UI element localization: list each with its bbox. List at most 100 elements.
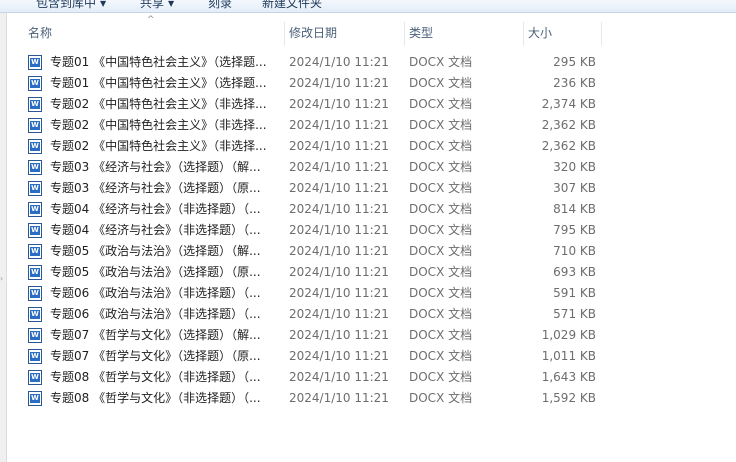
file-size: 320 KB [553, 160, 596, 174]
file-name: 专题04 《经济与社会》（非选择题）（... [50, 223, 261, 237]
file-size: 571 KB [553, 307, 596, 321]
file-name: 专题04 《经济与社会》（非选择题）（... [50, 202, 261, 216]
file-name: 专题02 《中国特色社会主义》（非选择... [50, 118, 267, 132]
file-row[interactable]: W 专题02 《中国特色社会主义》（非选择... 2024/1/10 11:21 DO… [24, 115, 624, 136]
file-row[interactable]: W 专题01 《中国特色社会主义》（选择题... 2024/1/10 11:21 DO… [24, 73, 624, 94]
file-modified-date: 2024/1/10 11:21 [289, 328, 389, 342]
file-type: DOCX 文档 [409, 391, 473, 405]
file-row[interactable]: W 专题06 《政治与法治》（非选择题）（... 2024/1/10 11:21 DO… [24, 304, 624, 325]
word-document-icon: W [28, 307, 42, 322]
chevron-down-icon: ▼ [100, 0, 107, 8]
column-header-date-label: 修改日期 [289, 26, 338, 40]
file-name: 专题03 《经济与社会》（选择题）（原... [50, 181, 261, 195]
file-modified-date: 2024/1/10 11:21 [289, 349, 389, 363]
file-modified-date: 2024/1/10 11:21 [289, 265, 389, 279]
file-row[interactable]: W 专题07 《哲学与文化》（选择题）（原... 2024/1/10 11:21 DO… [24, 346, 624, 367]
word-w-glyph: W [30, 310, 40, 319]
file-row[interactable]: W 专题03 《经济与社会》（选择题）（解... 2024/1/10 11:21 DO… [24, 157, 624, 178]
chevron-down-icon: ▼ [168, 0, 175, 8]
file-type: DOCX 文档 [409, 76, 473, 90]
file-row[interactable]: W 专题07 《哲学与文化》（选择题）（解... 2024/1/10 11:21 DO… [24, 325, 624, 346]
word-w-glyph: W [30, 142, 40, 151]
share-label: 共享 [140, 0, 165, 10]
file-type: DOCX 文档 [409, 307, 473, 321]
file-size: 1,592 KB [541, 391, 596, 405]
word-document-icon: W [28, 223, 42, 238]
file-type: DOCX 文档 [409, 223, 473, 237]
word-document-icon: W [28, 76, 42, 91]
file-row[interactable]: W 专题02 《中国特色社会主义》（非选择... 2024/1/10 11:21 DO… [24, 136, 624, 157]
file-name: 专题07 《哲学与文化》（选择题）（解... [50, 328, 261, 342]
file-name: 专题01 《中国特色社会主义》（选择题... [50, 76, 267, 90]
word-w-glyph: W [30, 247, 40, 256]
file-size: 1,029 KB [541, 328, 596, 342]
column-header-size[interactable]: 大小 [524, 22, 602, 46]
column-header-date[interactable]: 修改日期 [285, 22, 405, 46]
file-name: 专题05 《政治与法治》（选择题）（原... [50, 265, 261, 279]
word-document-icon: W [28, 370, 42, 385]
file-row[interactable]: W 专题03 《经济与社会》（选择题）（原... 2024/1/10 11:21 DO… [24, 178, 624, 199]
file-size: 2,362 KB [541, 139, 596, 153]
file-size: 710 KB [553, 244, 596, 258]
file-row[interactable]: W 专题02 《中国特色社会主义》（非选择... 2024/1/10 11:21 DO… [24, 94, 624, 115]
file-type: DOCX 文档 [409, 139, 473, 153]
file-type: DOCX 文档 [409, 55, 473, 69]
file-type: DOCX 文档 [409, 202, 473, 216]
word-w-glyph: W [30, 79, 40, 88]
file-modified-date: 2024/1/10 11:21 [289, 244, 389, 258]
file-size: 1,011 KB [541, 349, 596, 363]
file-size: 1,643 KB [541, 370, 596, 384]
file-row[interactable]: W 专题05 《政治与法治》（选择题）（原... 2024/1/10 11:21 DO… [24, 262, 624, 283]
share-button[interactable]: 共享 ▼ [140, 0, 174, 12]
column-header-name[interactable]: 名称 [24, 22, 285, 46]
file-row[interactable]: W 专题08 《哲学与文化》（非选择题）（... 2024/1/10 11:21 DO… [24, 388, 624, 409]
file-name: 专题06 《政治与法治》（非选择题）（... [50, 286, 261, 300]
file-modified-date: 2024/1/10 11:21 [289, 160, 389, 174]
column-header-size-label: 大小 [528, 26, 553, 40]
file-modified-date: 2024/1/10 11:21 [289, 307, 389, 321]
file-row[interactable]: W 专题05 《政治与法治》（选择题）（解... 2024/1/10 11:21 DO… [24, 241, 624, 262]
file-row[interactable]: W 专题08 《哲学与文化》（非选择题）（... 2024/1/10 11:21 DO… [24, 367, 624, 388]
word-w-glyph: W [30, 373, 40, 382]
file-type: DOCX 文档 [409, 160, 473, 174]
file-row[interactable]: W 专题01 《中国特色社会主义》（选择题... 2024/1/10 11:21 DO… [24, 52, 624, 73]
word-w-glyph: W [30, 205, 40, 214]
file-size: 2,374 KB [541, 97, 596, 111]
file-modified-date: 2024/1/10 11:21 [289, 202, 389, 216]
file-type: DOCX 文档 [409, 370, 473, 384]
new-folder-button[interactable]: 新建文件夹 [262, 0, 322, 12]
file-size: 295 KB [553, 55, 596, 69]
file-row[interactable]: W 专题06 《政治与法治》（非选择题）（... 2024/1/10 11:21 DO… [24, 283, 624, 304]
file-size: 2,362 KB [541, 118, 596, 132]
include-in-library-button[interactable]: 包含到库中 ▼ [36, 0, 106, 12]
word-document-icon: W [28, 328, 42, 343]
column-header-type-label: 类型 [409, 26, 434, 40]
word-w-glyph: W [30, 268, 40, 277]
word-document-icon: W [28, 286, 42, 301]
file-row[interactable]: W 专题04 《经济与社会》（非选择题）（... 2024/1/10 11:21 DO… [24, 199, 624, 220]
burn-button[interactable]: 刻录 [208, 0, 232, 12]
file-name: 专题03 《经济与社会》（选择题）（解... [50, 160, 261, 174]
word-w-glyph: W [30, 289, 40, 298]
file-modified-date: 2024/1/10 11:21 [289, 286, 389, 300]
file-type: DOCX 文档 [409, 328, 473, 342]
file-modified-date: 2024/1/10 11:21 [289, 118, 389, 132]
file-modified-date: 2024/1/10 11:21 [289, 391, 389, 405]
word-document-icon: W [28, 391, 42, 406]
file-type: DOCX 文档 [409, 97, 473, 111]
file-name: 专题08 《哲学与文化》（非选择题）（... [50, 391, 261, 405]
file-size: 236 KB [553, 76, 596, 90]
burn-label: 刻录 [208, 0, 233, 10]
navigation-pane-edge[interactable]: › [0, 13, 7, 462]
file-row[interactable]: W 专题04 《经济与社会》（非选择题）（... 2024/1/10 11:21 DO… [24, 220, 624, 241]
file-name: 专题05 《政治与法治》（选择题）（解... [50, 244, 261, 258]
file-modified-date: 2024/1/10 11:21 [289, 223, 389, 237]
word-w-glyph: W [30, 226, 40, 235]
word-w-glyph: W [30, 331, 40, 340]
new-folder-label: 新建文件夹 [262, 0, 323, 10]
column-header-type[interactable]: 类型 [405, 22, 524, 46]
word-document-icon: W [28, 349, 42, 364]
file-modified-date: 2024/1/10 11:21 [289, 139, 389, 153]
word-document-icon: W [28, 97, 42, 112]
file-name: 专题07 《哲学与文化》（选择题）（原... [50, 349, 261, 363]
